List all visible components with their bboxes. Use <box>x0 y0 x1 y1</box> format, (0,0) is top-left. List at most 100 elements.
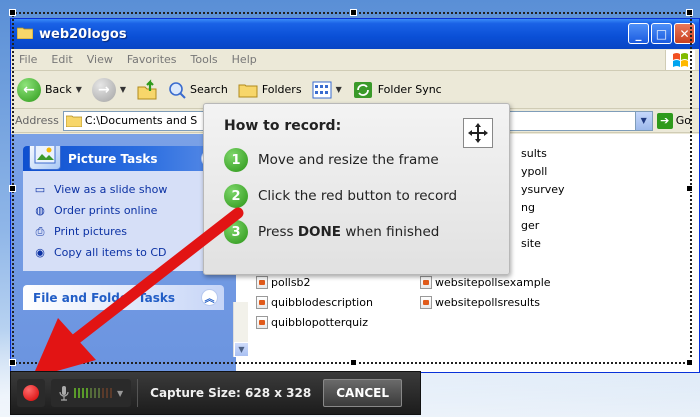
list-item[interactable]: quibblodescription <box>256 296 373 309</box>
chevron-down-icon: ▼ <box>75 85 82 94</box>
maximize-button[interactable]: □ <box>651 23 672 44</box>
resize-handle-bottom-right[interactable] <box>686 359 693 366</box>
close-button[interactable]: ✕ <box>674 23 695 44</box>
list-item[interactable]: websitepollsresults <box>420 296 540 309</box>
picture-tasks-panel: Picture Tasks ︽ ▭ View as a slide show ◍… <box>23 146 224 271</box>
menu-tools[interactable]: Tools <box>191 53 218 66</box>
task-view-slideshow[interactable]: ▭ View as a slide show <box>33 179 214 200</box>
menu-help[interactable]: Help <box>232 53 257 66</box>
folders-label: Folders <box>261 83 302 96</box>
file-icon <box>420 296 432 309</box>
minimize-icon: _ <box>635 26 642 41</box>
up-folder-button[interactable] <box>136 78 158 101</box>
menu-favorites[interactable]: Favorites <box>127 53 177 66</box>
menu-file[interactable]: File <box>19 53 37 66</box>
step-3: 3 Press DONE when finished <box>224 214 489 250</box>
audio-level-meter <box>74 388 112 398</box>
list-item[interactable]: ysurvey <box>521 183 565 196</box>
back-button[interactable]: ← Back ▼ <box>17 77 82 102</box>
resize-handle-bottom[interactable] <box>350 359 357 366</box>
task-copy-to-cd[interactable]: ◉ Copy all items to CD <box>33 242 214 263</box>
folder-icon <box>16 26 34 43</box>
file-icon <box>256 316 268 329</box>
back-arrow-icon: ← <box>17 77 41 102</box>
file-folder-tasks-header[interactable]: File and Folder Tasks ︽ <box>23 285 224 310</box>
folder-sync-button[interactable]: Folder Sync <box>352 79 442 101</box>
list-item[interactable]: ger <box>521 219 539 232</box>
file-folder-tasks-title: File and Folder Tasks <box>33 290 176 305</box>
globe-icon: ◍ <box>35 204 45 217</box>
search-label: Search <box>190 83 228 96</box>
picture-tasks-title: Picture Tasks <box>68 151 158 166</box>
address-value: C:\Documents and S <box>84 114 198 127</box>
collapse-chevron-icon[interactable]: ︽ <box>201 289 218 306</box>
chevron-down-icon: ▼ <box>117 388 124 398</box>
file-name: ng <box>521 201 535 214</box>
record-button[interactable] <box>17 379 45 407</box>
divider <box>137 379 139 407</box>
step-text: Move and resize the frame <box>258 152 439 168</box>
up-folder-icon <box>137 78 157 99</box>
picture-tasks-body: ▭ View as a slide show ◍ Order prints on… <box>23 171 224 271</box>
resize-handle-bottom-left[interactable] <box>9 359 16 366</box>
forward-button[interactable]: → ▼ <box>91 77 126 102</box>
slideshow-icon: ▭ <box>34 183 46 196</box>
folder-sync-icon <box>353 81 372 98</box>
step-1: 1 Move and resize the frame <box>224 142 489 178</box>
list-item[interactable]: websitepollsexample <box>420 276 551 289</box>
menu-edit[interactable]: Edit <box>51 53 72 66</box>
recorder-control-bar: ▼ Capture Size: 628 x 328 CANCEL <box>10 371 421 415</box>
task-label: Print pictures <box>54 225 127 238</box>
window-title: web20logos <box>39 26 127 42</box>
step-text: Click the red button to record <box>258 188 458 204</box>
list-item[interactable]: pollsb2 <box>256 276 311 289</box>
scroll-down-button[interactable]: ▼ <box>234 342 249 357</box>
views-icon <box>312 81 332 98</box>
list-item[interactable]: quibblopotterquiz <box>256 316 368 329</box>
file-icon <box>256 296 268 309</box>
step-text: Press DONE when finished <box>258 224 439 240</box>
file-icon <box>420 276 432 289</box>
list-item[interactable]: ng <box>521 201 535 214</box>
resize-handle-top-right[interactable] <box>686 9 693 16</box>
address-dropdown-button[interactable]: ▼ <box>634 111 652 130</box>
file-name: quibblodescription <box>271 296 373 309</box>
file-name: ypoll <box>521 165 548 178</box>
record-dot-icon <box>23 385 39 401</box>
list-item[interactable]: ypoll <box>521 165 547 178</box>
task-print-pictures[interactable]: ⎙ Print pictures <box>33 221 214 242</box>
list-item[interactable]: sults <box>521 147 547 160</box>
resize-handle-top[interactable] <box>350 9 357 16</box>
resize-handle-right[interactable] <box>686 185 693 192</box>
cancel-button[interactable]: CANCEL <box>323 379 403 407</box>
step-text-pre: Press <box>258 224 298 240</box>
move-icon[interactable] <box>463 118 493 148</box>
file-name: ger <box>521 219 540 232</box>
menu-bar: File Edit View Favorites Tools Help <box>11 49 699 71</box>
folders-icon <box>238 84 258 97</box>
folder-sync-label: Folder Sync <box>377 83 442 96</box>
forward-arrow-icon: → <box>91 77 116 102</box>
title-bar[interactable]: web20logos _ □ ✕ <box>11 19 699 49</box>
close-icon: ✕ <box>679 26 690 41</box>
scrollbar[interactable]: ▼ <box>233 302 249 357</box>
folders-button[interactable]: Folders <box>238 82 302 98</box>
list-item[interactable]: site <box>521 237 541 250</box>
minimize-button[interactable]: _ <box>628 23 649 44</box>
picture-tasks-header[interactable]: Picture Tasks ︽ <box>23 146 224 171</box>
views-button[interactable]: ▼ <box>312 81 342 99</box>
file-name: websitepollsresults <box>435 296 541 309</box>
step-number-badge: 3 <box>224 220 248 244</box>
task-order-prints[interactable]: ◍ Order prints online <box>33 200 214 221</box>
resize-handle-left[interactable] <box>9 185 16 192</box>
task-label: Order prints online <box>54 204 158 217</box>
resize-handle-top-left[interactable] <box>9 9 16 16</box>
microphone-selector[interactable]: ▼ <box>51 379 132 407</box>
search-button[interactable]: Search <box>168 81 228 99</box>
step-text-post: when finished <box>341 224 440 240</box>
back-label: Back <box>45 83 72 96</box>
menu-view[interactable]: View <box>87 53 113 66</box>
printer-icon: ⎙ <box>35 224 45 238</box>
go-button[interactable]: ➔ Go <box>656 112 699 129</box>
address-input[interactable]: C:\Documents and S <box>62 110 213 131</box>
